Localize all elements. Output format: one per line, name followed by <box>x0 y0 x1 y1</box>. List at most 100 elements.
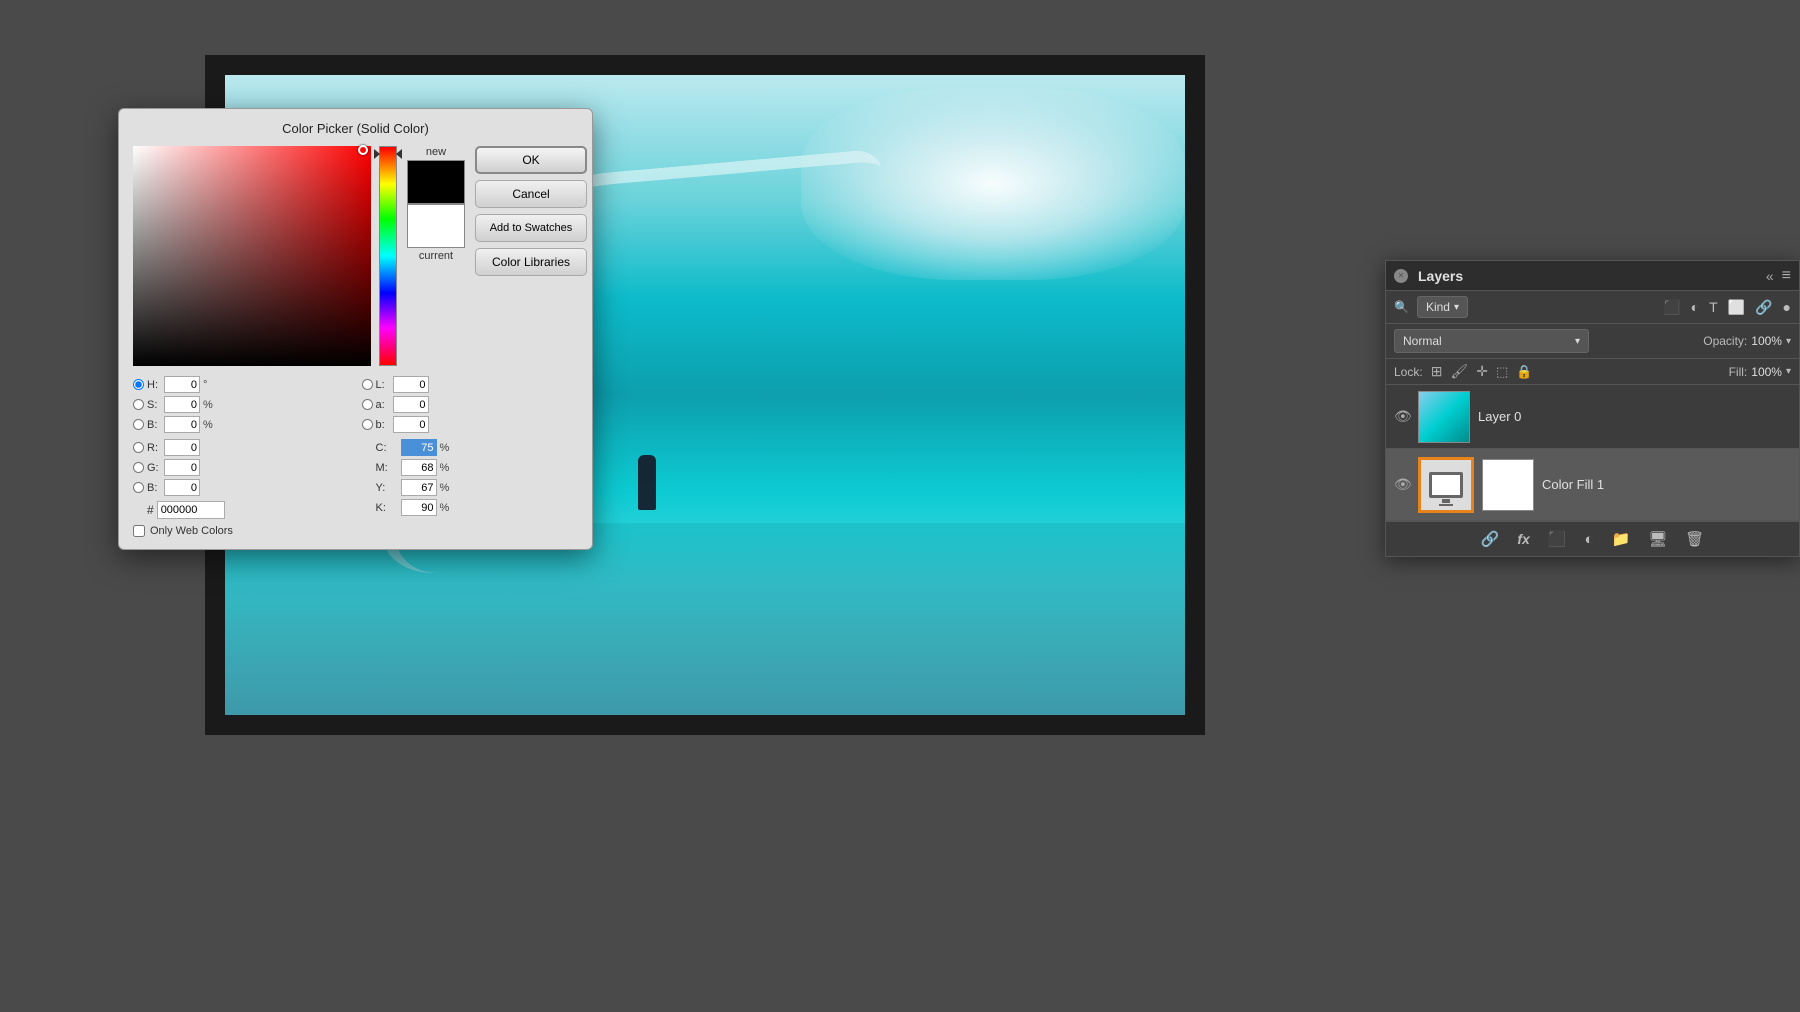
unit-b: % <box>203 419 215 431</box>
input-a[interactable] <box>393 396 429 413</box>
layer-0-name: Layer 0 <box>1478 409 1521 424</box>
lock-position-icon[interactable]: ✛ <box>1476 363 1488 380</box>
hue-indicator <box>396 149 402 159</box>
input-b[interactable] <box>164 416 200 433</box>
cp-row-m: M: % <box>362 459 579 476</box>
input-g[interactable] <box>164 459 200 476</box>
cp-row-b3: b: <box>362 416 579 433</box>
link-layers-icon[interactable]: 🔗 <box>1481 530 1500 548</box>
layers-toolbar: 🔗 fx ⬛ ◐ 📁 🖥 🗑 <box>1386 521 1799 556</box>
type-filter-icon[interactable]: T <box>1709 299 1718 315</box>
delete-layer-icon[interactable]: 🗑 <box>1685 530 1704 548</box>
layers-titlebar: ✕ Layers « ≡ <box>1386 261 1799 291</box>
radio-g[interactable] <box>133 462 144 473</box>
radio-b[interactable] <box>133 419 144 430</box>
hex-input[interactable] <box>157 501 225 519</box>
label-b: B: <box>147 419 161 431</box>
unit-h: ° <box>203 379 215 391</box>
radio-a[interactable] <box>362 399 373 410</box>
color-swatches: new current <box>405 146 467 262</box>
color-libraries-button[interactable]: Color Libraries <box>475 248 587 276</box>
fill-arrow-icon[interactable]: ▾ <box>1786 366 1791 377</box>
input-m[interactable] <box>401 459 437 476</box>
input-c[interactable] <box>401 439 437 456</box>
hex-label: # <box>147 503 154 517</box>
label-s: S: <box>147 399 161 411</box>
layer-fill-thumbnail <box>1418 457 1474 513</box>
input-l[interactable] <box>393 376 429 393</box>
group-layers-icon[interactable]: 📁 <box>1612 530 1631 548</box>
cp-row-b2: B: <box>133 479 350 496</box>
color-picker-dialog: Color Picker (Solid Color) new current <box>118 108 593 550</box>
cp-row-k: K: % <box>362 499 579 516</box>
fill-value[interactable]: 100% <box>1751 365 1782 379</box>
layer-item-fill[interactable]: 👁 Color Fill 1 <box>1386 449 1799 521</box>
label-l: L: <box>376 379 390 391</box>
unit-m: % <box>440 462 450 474</box>
input-h[interactable] <box>164 376 200 393</box>
add-to-swatches-button[interactable]: Add to Swatches <box>475 214 587 242</box>
cp-hex-row: # <box>133 501 350 519</box>
cp-right-fields: L: a: b: C: % <box>362 376 579 519</box>
input-s[interactable] <box>164 396 200 413</box>
layers-close-button[interactable]: ✕ <box>1394 269 1408 283</box>
input-b2[interactable] <box>164 479 200 496</box>
radio-b2[interactable] <box>133 482 144 493</box>
current-label: current <box>419 250 453 262</box>
only-web-colors-checkbox[interactable] <box>133 525 145 537</box>
smart-filter-icon[interactable]: 🔗 <box>1755 299 1772 316</box>
lock-artboard-icon[interactable]: ⬚ <box>1496 364 1508 380</box>
cancel-button[interactable]: Cancel <box>475 180 587 208</box>
unit-k: % <box>440 502 450 514</box>
kind-dropdown[interactable]: Kind ▾ <box>1417 296 1468 318</box>
radio-r[interactable] <box>133 442 144 453</box>
lock-all-icon[interactable]: 🔒 <box>1516 364 1532 380</box>
opacity-label: Opacity: <box>1703 334 1747 348</box>
radio-h[interactable] <box>133 379 144 390</box>
opacity-arrow-icon[interactable]: ▾ <box>1786 336 1791 347</box>
new-layer-icon[interactable]: 🖥 <box>1648 530 1667 548</box>
layer-0-visibility-icon[interactable]: 👁 <box>1394 408 1410 425</box>
lock-fill-row: Lock: ⊞ 🖌 ✛ ⬚ 🔒 Fill: 100% ▾ <box>1386 359 1799 385</box>
cp-row-s: S: % <box>133 396 350 413</box>
radio-s[interactable] <box>133 399 144 410</box>
panel-menu-icon[interactable]: ≡ <box>1782 267 1791 285</box>
cp-row-c: C: % <box>362 439 579 456</box>
pixel-filter-icon[interactable]: ⬛ <box>1663 299 1680 316</box>
blend-opacity-row: Normal ▾ Opacity: 100% ▾ <box>1386 324 1799 359</box>
radio-b3[interactable] <box>362 419 373 430</box>
shape-filter-icon[interactable]: ⬜ <box>1728 299 1745 316</box>
kind-arrow-icon: ▾ <box>1454 302 1459 313</box>
fx-icon[interactable]: fx <box>1517 531 1529 547</box>
layers-title: Layers <box>1418 268 1766 284</box>
lock-icons: ⊞ 🖌 ✛ ⬚ 🔒 <box>1431 363 1533 380</box>
adjustment-filter-icon[interactable]: ◐ <box>1691 299 1699 315</box>
opacity-value[interactable]: 100% <box>1751 334 1782 348</box>
label-k: K: <box>376 502 398 514</box>
color-gradient-picker[interactable] <box>133 146 371 366</box>
close-icon: ✕ <box>1398 271 1405 280</box>
lock-image-icon[interactable]: 🖌 <box>1450 363 1468 380</box>
layer-item-0[interactable]: 👁 Layer 0 <box>1386 385 1799 449</box>
input-k[interactable] <box>401 499 437 516</box>
collapse-icon[interactable]: « <box>1766 268 1774 284</box>
unit-s: % <box>203 399 215 411</box>
fill-label: Fill: <box>1729 365 1748 379</box>
blend-mode-dropdown[interactable]: Normal ▾ <box>1394 329 1589 353</box>
radio-l[interactable] <box>362 379 373 390</box>
input-b3[interactable] <box>393 416 429 433</box>
input-y[interactable] <box>401 479 437 496</box>
input-r[interactable] <box>164 439 200 456</box>
layers-panel: ✕ Layers « ≡ 🔍 Kind ▾ ⬛ ◐ T ⬜ 🔗 ● Normal… <box>1385 260 1800 557</box>
kind-row: 🔍 Kind ▾ ⬛ ◐ T ⬜ 🔗 ● <box>1386 291 1799 324</box>
layer-fill-name: Color Fill 1 <box>1542 477 1604 492</box>
hue-indicator-left <box>374 149 380 159</box>
layer-fill-visibility-icon[interactable]: 👁 <box>1394 476 1410 493</box>
lock-transparent-icon[interactable]: ⊞ <box>1431 363 1443 380</box>
label-b3: b: <box>376 419 390 431</box>
hue-slider[interactable] <box>379 146 397 366</box>
adjustment-layer-icon[interactable]: ◐ <box>1584 531 1593 548</box>
gradient-cursor <box>358 145 368 155</box>
ok-button[interactable]: OK <box>475 146 587 174</box>
layer-mask-icon[interactable]: ⬛ <box>1548 530 1567 548</box>
